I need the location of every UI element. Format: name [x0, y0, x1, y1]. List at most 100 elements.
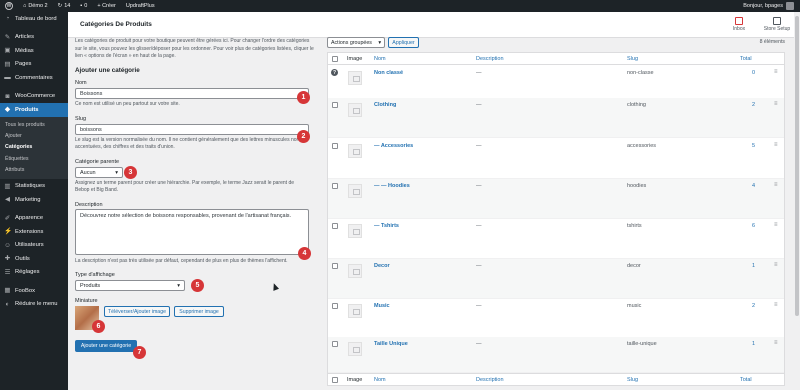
add-category-button[interactable]: Ajouter une catégorie: [75, 340, 137, 352]
drag-handle-icon[interactable]: ≡: [774, 302, 778, 308]
store-setup-button[interactable]: Store Setup: [758, 17, 796, 32]
category-name-link[interactable]: Non classé: [374, 70, 403, 76]
drag-handle-icon[interactable]: ≡: [774, 262, 778, 268]
sidebar-item-pages[interactable]: ▤ Pages: [0, 58, 68, 72]
drag-handle-icon[interactable]: ≡: [774, 340, 778, 346]
column-total[interactable]: Total: [740, 56, 752, 62]
submenu-attributes[interactable]: Attributs: [0, 164, 68, 175]
updates-link[interactable]: ↻ 14: [53, 0, 76, 12]
collapse-icon: ◐: [5, 300, 10, 308]
wordpress-logo-button[interactable]: W: [0, 0, 18, 12]
category-total-link[interactable]: 6: [752, 223, 755, 229]
description-textarea[interactable]: Découvrez notre sélection de boissons re…: [75, 209, 309, 255]
row-checkbox[interactable]: [332, 183, 338, 189]
category-total-link[interactable]: 2: [752, 303, 755, 309]
sidebar-item-articles[interactable]: ✎ Articles: [0, 31, 68, 45]
row-checkbox[interactable]: [332, 102, 338, 108]
page-scrollbar[interactable]: [794, 12, 800, 390]
column-description-footer[interactable]: Description: [476, 377, 504, 383]
woocommerce-header: Catégories De Produits Inbox Store Setup: [68, 12, 800, 38]
category-name-link[interactable]: Music: [374, 303, 390, 309]
category-total-link[interactable]: 2: [752, 102, 755, 108]
scrollbar-thumb[interactable]: [795, 16, 799, 316]
category-total-link[interactable]: 4: [752, 183, 755, 189]
category-name-link[interactable]: Clothing: [374, 102, 396, 108]
category-total-link[interactable]: 0: [752, 70, 755, 76]
help-icon[interactable]: ?: [331, 69, 338, 76]
display-type-select[interactable]: Produits ▾: [75, 280, 185, 291]
dashboard-icon: ◔: [5, 15, 10, 23]
row-checkbox[interactable]: [332, 263, 338, 269]
column-slug[interactable]: Slug: [627, 56, 638, 62]
drag-handle-icon[interactable]: ≡: [774, 69, 778, 75]
remove-image-button[interactable]: Supprimer image: [174, 306, 224, 317]
sidebar-item-products[interactable]: ◆ Produits: [0, 103, 68, 117]
products-submenu: Tous les produits Ajouter Catégories Éti…: [0, 116, 68, 180]
drag-handle-icon[interactable]: ≡: [774, 101, 778, 107]
name-input[interactable]: Boissons: [75, 88, 309, 99]
sidebar-item-woocommerce[interactable]: ◙ WooCommerce: [0, 90, 68, 104]
apply-button[interactable]: Appliquer: [388, 37, 419, 48]
form-heading: Ajouter une catégorie: [75, 66, 140, 74]
inbox-button[interactable]: Inbox: [720, 17, 758, 32]
category-total-link[interactable]: 1: [752, 341, 755, 347]
submenu-tags[interactable]: Étiquettes: [0, 153, 68, 164]
category-name-link[interactable]: Taille Unique: [374, 341, 408, 347]
category-name-link[interactable]: — Accessories: [374, 143, 413, 149]
submenu-all-products[interactable]: Tous les produits: [0, 120, 68, 131]
comments-link[interactable]: ▪ 0: [75, 0, 92, 12]
row-checkbox[interactable]: [332, 303, 338, 309]
column-slug-footer[interactable]: Slug: [627, 377, 638, 383]
avatar: [786, 2, 794, 10]
collapse-menu-button[interactable]: ◐ Réduire le menu: [0, 297, 68, 311]
sidebar-item-marketing[interactable]: ◀ Marketing: [0, 193, 68, 207]
sidebar-item-tools[interactable]: ✚ Outils: [0, 252, 68, 266]
new-content-link[interactable]: + Créer: [92, 0, 121, 12]
column-name[interactable]: Nom: [374, 56, 386, 62]
drag-handle-icon[interactable]: ≡: [774, 222, 778, 228]
chevron-down-icon: ▾: [378, 39, 381, 46]
sidebar-item-appearance[interactable]: ✐ Apparence: [0, 211, 68, 225]
updraftplus-link[interactable]: UpdraftPlus: [121, 0, 160, 12]
category-name-link[interactable]: — — Hoodies: [374, 183, 410, 189]
wrench-icon: ✚: [4, 255, 11, 263]
sidebar-item-users[interactable]: ☺ Utilisateurs: [0, 238, 68, 252]
parent-label: Catégorie parente: [75, 159, 120, 165]
category-total-link[interactable]: 5: [752, 143, 755, 149]
column-name-footer[interactable]: Nom: [374, 377, 386, 383]
parent-select[interactable]: Aucun ▾: [75, 167, 123, 178]
column-description[interactable]: Description: [476, 56, 504, 62]
sidebar-item-comments[interactable]: ▬ Commentaires: [0, 71, 68, 85]
chevron-down-icon: ▾: [115, 169, 118, 176]
upload-image-button[interactable]: Téléverser/Ajouter image: [104, 306, 170, 317]
column-total-footer[interactable]: Total: [740, 377, 752, 383]
row-checkbox[interactable]: [332, 223, 338, 229]
slug-input[interactable]: boissons: [75, 124, 309, 135]
table-footer: Image Nom Description Slug Total: [328, 373, 784, 385]
category-name-link[interactable]: Decor: [374, 263, 390, 269]
row-checkbox[interactable]: [332, 143, 338, 149]
category-description: —: [476, 102, 482, 108]
site-name-link[interactable]: ⌂ Démo 2: [18, 0, 53, 12]
step-badge-1: 1: [297, 91, 310, 104]
select-all-checkbox-footer[interactable]: [332, 377, 338, 383]
step-badge-7: 7: [133, 346, 146, 359]
category-name-link[interactable]: — Tshirts: [374, 223, 399, 229]
select-all-checkbox[interactable]: [332, 56, 338, 62]
sidebar-item-settings[interactable]: ☰ Réglages: [0, 265, 68, 279]
slug-help: Le slug est la version normalisée du nom…: [75, 137, 300, 150]
my-account-link[interactable]: Bonjour, bpages: [743, 2, 800, 10]
sidebar-item-foobox[interactable]: ▦ FooBox: [0, 284, 68, 298]
sidebar-item-dashboard[interactable]: ◔ Tableau de bord: [0, 12, 68, 26]
bulk-actions-select[interactable]: Actions groupées ▾: [327, 37, 385, 48]
submenu-add-product[interactable]: Ajouter: [0, 131, 68, 142]
sidebar-item-plugins[interactable]: ⚡ Extensions: [0, 225, 68, 239]
row-checkbox[interactable]: [332, 341, 338, 347]
sidebar-item-statistics[interactable]: ▥ Statistiques: [0, 179, 68, 193]
drag-handle-icon[interactable]: ≡: [774, 182, 778, 188]
submenu-categories[interactable]: Catégories: [0, 142, 68, 153]
pin-icon: ✎: [4, 33, 11, 41]
sidebar-item-media[interactable]: ▣ Médias: [0, 44, 68, 58]
category-total-link[interactable]: 1: [752, 263, 755, 269]
drag-handle-icon[interactable]: ≡: [774, 142, 778, 148]
